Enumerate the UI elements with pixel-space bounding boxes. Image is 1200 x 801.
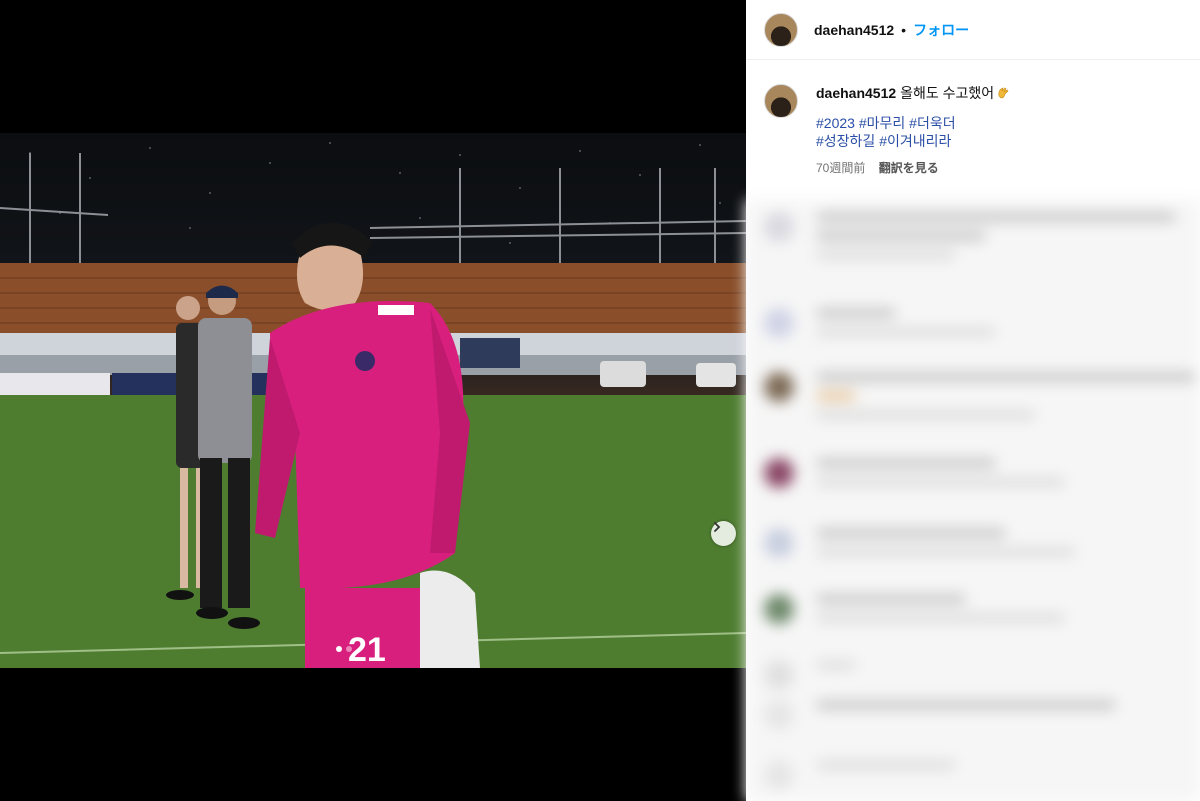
- hashtag-link[interactable]: #이겨내리라: [879, 133, 951, 149]
- hashtag-link[interactable]: #2023: [816, 115, 855, 131]
- carousel-indicator: [336, 646, 352, 652]
- post-time: 70週間前: [816, 161, 866, 175]
- caption-meta: 70週間前 翻訳を見る: [816, 159, 1010, 177]
- comments-list-blurred: [746, 200, 1200, 801]
- jersey-number: 21: [348, 631, 386, 668]
- stadium-roof: [0, 153, 746, 273]
- post-caption: daehan4512 올해도 수고했어 #2023 #마무리 #더욱더 #성장하…: [746, 60, 1200, 177]
- chevron-right-icon: [714, 522, 721, 532]
- caption-username[interactable]: daehan4512: [816, 85, 896, 101]
- author-username[interactable]: daehan4512: [814, 22, 894, 38]
- carousel-dot: [346, 646, 352, 652]
- stadium-scene: 21: [0, 142, 746, 668]
- ad-board: [0, 373, 110, 395]
- caption-avatar[interactable]: [764, 84, 798, 118]
- clapping-hands-icon: [998, 87, 1009, 99]
- post-photo[interactable]: 21: [0, 133, 746, 668]
- hashtags: #2023 #마무리 #더욱더 #성장하길 #이겨내리라: [816, 114, 1010, 150]
- caption-text: 올해도 수고했어: [900, 85, 995, 101]
- separator-dot: •: [901, 21, 907, 38]
- carousel-dot-active: [336, 646, 342, 652]
- translate-link[interactable]: 翻訳を見る: [879, 161, 939, 175]
- post-media-pane: 21: [0, 0, 746, 801]
- follow-button[interactable]: フォロー: [913, 20, 969, 40]
- author-avatar[interactable]: [764, 12, 798, 47]
- hashtag-link[interactable]: #성장하길: [816, 133, 875, 149]
- carousel-next-button[interactable]: [711, 521, 736, 546]
- hashtag-link[interactable]: #더욱더: [909, 115, 955, 131]
- post-header: daehan4512 • フォロー: [746, 0, 1200, 60]
- post-side-panel: daehan4512 • フォロー daehan4512 올해도 수고했어 #2…: [746, 0, 1200, 801]
- hashtag-link[interactable]: #마무리: [859, 115, 905, 131]
